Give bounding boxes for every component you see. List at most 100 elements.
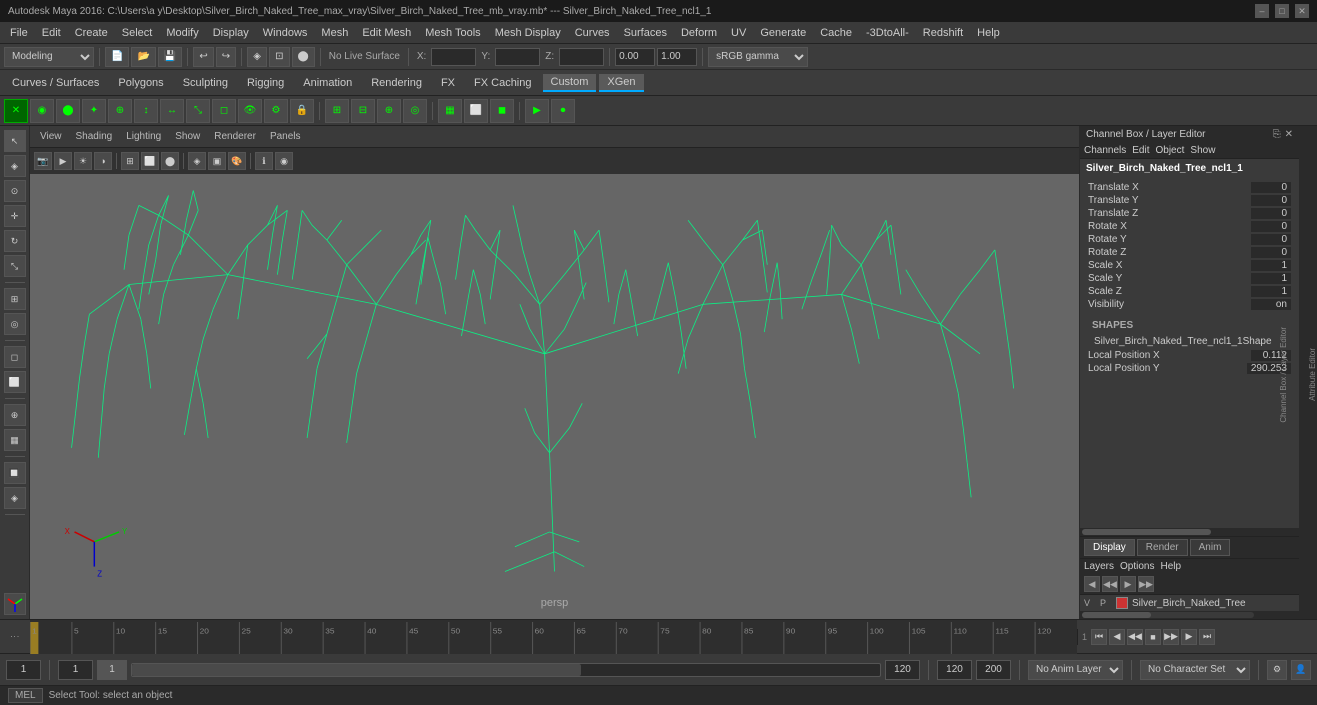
axis-button[interactable] [4,593,26,615]
icon-btn-1[interactable]: ✕ [4,99,28,123]
icon-btn-12[interactable]: 🔒 [290,99,314,123]
attr-editor-tab-label[interactable]: Attribute Editor [1308,348,1317,401]
minimize-button[interactable]: – [1255,4,1269,18]
vp-wire-btn[interactable]: ⬜ [141,152,159,170]
icon-btn-9[interactable]: ◻ [212,99,236,123]
undo-button[interactable]: ↩ [193,47,213,67]
color-mode-dropdown[interactable]: sRGB gamma [708,47,808,67]
mode-dropdown[interactable]: Modeling [4,47,94,67]
paint-button[interactable]: ⬤ [292,47,315,67]
vp-menu-lighting-real[interactable]: Lighting [122,130,165,143]
anim-range-end-input[interactable] [937,660,972,680]
icon-btn-4[interactable]: ✦ [82,99,106,123]
layer-up-button[interactable]: ▶ [1120,576,1136,592]
select-button[interactable]: ◈ [247,47,267,67]
translate-z-row[interactable]: Translate Z 0 [1084,207,1295,220]
new-file-button[interactable]: 📄 [105,47,129,67]
vp-xray-btn[interactable]: ◈ [188,152,206,170]
vp-menu-renderer[interactable]: Renderer [210,130,260,143]
shelf-fx-caching[interactable]: FX Caching [466,75,539,91]
icon-btn-10[interactable]: 👁 [238,99,262,123]
menu-3dtoall[interactable]: -3DtoAll- [860,25,915,41]
cb-menu-show[interactable]: Show [1190,145,1215,156]
render-button[interactable]: 🔲 [4,462,26,484]
shelf-sculpting[interactable]: Sculpting [175,75,236,91]
shelf-rigging[interactable]: Rigging [239,75,292,91]
local-pos-y-row[interactable]: Local Position Y 290.253 [1084,362,1295,375]
hide-manip-button[interactable]: ⬜ [4,371,26,393]
range-start-input[interactable] [58,660,93,680]
vp-camera-btn[interactable]: 📷 [34,152,52,170]
scale-y-value[interactable]: 1 [1251,273,1291,284]
menu-mesh[interactable]: Mesh [315,25,354,41]
menu-redshift[interactable]: Redshift [917,25,969,41]
icon-btn-poly[interactable]: ▦ [438,99,462,123]
help-menu[interactable]: Help [1160,561,1181,572]
menu-display[interactable]: Display [207,25,255,41]
menu-surfaces[interactable]: Surfaces [618,25,673,41]
lasso-select-button[interactable]: ⊙ [4,180,26,202]
icon-btn-5[interactable]: ⊕ [108,99,132,123]
soft-mod-button[interactable]: ◎ [4,313,26,335]
vp-hud-btn[interactable]: ℹ [255,152,273,170]
step-forward-button[interactable]: ▶ [1181,629,1197,645]
vp-menu-panels[interactable]: Panels [266,130,305,143]
paint-select-button[interactable]: ◈ [4,155,26,177]
anim-tab[interactable]: Anim [1190,539,1231,556]
range-slider[interactable] [131,663,881,677]
vp-color-btn[interactable]: 🎨 [228,152,246,170]
vp-film-btn[interactable]: ▶ [54,152,72,170]
scale-z-row[interactable]: Scale Z 1 [1084,285,1295,298]
show-manip-button[interactable]: ◻ [4,346,26,368]
range-slider-input[interactable] [97,660,127,680]
universal-manip-button[interactable]: ⊞ [4,288,26,310]
icon-btn-snap2[interactable]: ⊟ [351,99,375,123]
menu-curves[interactable]: Curves [569,25,616,41]
shelf-custom[interactable]: Custom [543,74,597,92]
attribute-editor-side-tab[interactable]: Attribute Editor Channel Box / Layer Edi… [1299,126,1317,619]
lasso-button[interactable]: ⊡ [269,47,289,67]
translate-z-value[interactable]: 0 [1251,208,1291,219]
anim-pref-button[interactable]: ⚙ [1267,660,1287,680]
y-input[interactable] [495,48,540,66]
rp-scrollbar[interactable] [1080,528,1299,536]
rotate-x-value[interactable]: 0 [1251,221,1291,232]
menu-create[interactable]: Create [69,25,114,41]
layers-menu[interactable]: Layers [1084,561,1114,572]
rp-close-button[interactable]: ✕ [1285,129,1293,140]
anim-char-button[interactable]: 👤 [1291,660,1311,680]
translate-y-value[interactable]: 0 [1251,195,1291,206]
translate-x-row[interactable]: Translate X 0 [1084,181,1295,194]
x-input[interactable] [431,48,476,66]
menu-mesh-display[interactable]: Mesh Display [489,25,567,41]
goto-start-button[interactable]: ⏮ [1091,629,1107,645]
icon-btn-snap3[interactable]: ⊕ [377,99,401,123]
scale-x-value[interactable]: 1 [1251,260,1291,271]
vp-lights-btn[interactable]: ☀ [74,152,92,170]
z-input[interactable] [559,48,604,66]
options-menu[interactable]: Options [1120,561,1154,572]
layer-v-toggle[interactable]: V [1084,598,1096,608]
shelf-curves-surfaces[interactable]: Curves / Surfaces [4,75,107,91]
vp-shadow-btn[interactable]: ◑ [94,152,112,170]
shelf-animation[interactable]: Animation [295,75,360,91]
vp-menu-view[interactable]: View [36,130,66,143]
maximize-button[interactable]: □ [1275,4,1289,18]
vp-texture-btn[interactable]: ▣ [208,152,226,170]
rotate-y-value[interactable]: 0 [1251,234,1291,245]
play-forward-button[interactable]: ▶▶ [1163,629,1179,645]
menu-select[interactable]: Select [116,25,159,41]
menu-edit-mesh[interactable]: Edit Mesh [356,25,417,41]
rotate-z-value[interactable]: 0 [1251,247,1291,258]
select-tool-button[interactable]: ↖ [4,130,26,152]
anim-layer-dropdown[interactable]: No Anim Layer [1028,660,1123,680]
layer-down-button[interactable]: ▶▶ [1138,576,1154,592]
current-frame-input[interactable] [6,660,41,680]
scroll-thumb[interactable] [1082,529,1211,535]
icon-btn-smooth[interactable]: ◼ [490,99,514,123]
icon-btn-snap[interactable]: ⊞ [325,99,349,123]
shelf-polygons[interactable]: Polygons [110,75,171,91]
viewport[interactable]: View Shading Lighting Show Renderer Pane… [30,126,1079,619]
vp-menu-shading[interactable]: Shading [72,130,117,143]
snap-points-button[interactable]: ⊕ [4,404,26,426]
